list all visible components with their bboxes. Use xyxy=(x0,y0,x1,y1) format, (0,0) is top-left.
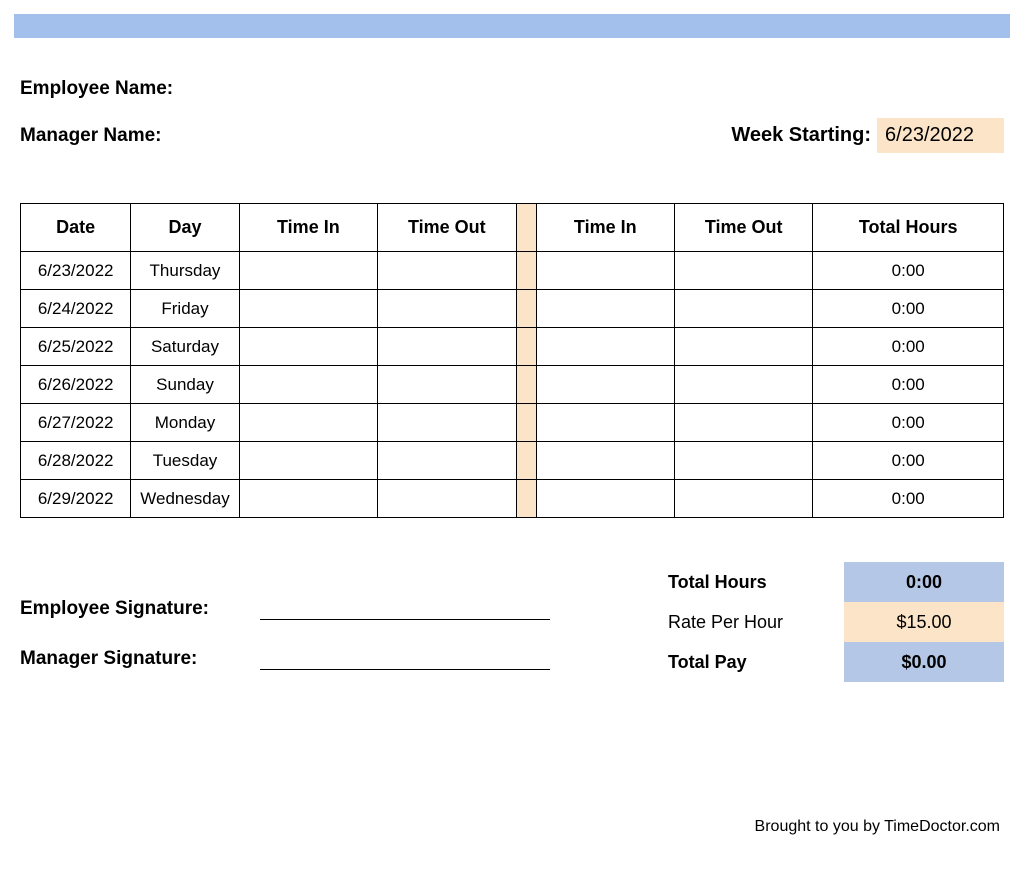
cell-total-hours: 0:00 xyxy=(813,480,1004,518)
header-time-in-2: Time In xyxy=(536,204,674,252)
totals: Total Hours 0:00 Rate Per Hour $15.00 To… xyxy=(664,562,1004,698)
cell-day: Tuesday xyxy=(131,442,239,480)
table-row: 6/25/2022Saturday 0:00 xyxy=(21,328,1004,366)
cell-total-hours: 0:00 xyxy=(813,404,1004,442)
timesheet-table: Date Day Time In Time Out Time In Time O… xyxy=(20,203,1004,518)
cell-date: 6/24/2022 xyxy=(21,290,131,328)
signatures: Employee Signature: Manager Signature: xyxy=(20,598,550,698)
footer-credit: Brought to you by TimeDoctor.com xyxy=(0,818,1024,836)
header-time-in: Time In xyxy=(239,204,377,252)
cell-time-in-2[interactable] xyxy=(536,328,674,366)
cell-time-in[interactable] xyxy=(239,252,377,290)
cell-time-out-2[interactable] xyxy=(674,252,812,290)
cell-total-hours: 0:00 xyxy=(813,442,1004,480)
week-starting-value[interactable]: 6/23/2022 xyxy=(877,118,1004,153)
cell-time-in[interactable] xyxy=(239,328,377,366)
cell-time-in-2[interactable] xyxy=(536,404,674,442)
header-date: Date xyxy=(21,204,131,252)
cell-day: Saturday xyxy=(131,328,239,366)
header-gap xyxy=(516,204,536,252)
total-pay-label: Total Pay xyxy=(664,652,844,673)
header-time-out-2: Time Out xyxy=(674,204,812,252)
cell-gap xyxy=(516,252,536,290)
cell-date: 6/28/2022 xyxy=(21,442,131,480)
cell-date: 6/27/2022 xyxy=(21,404,131,442)
cell-time-out-2[interactable] xyxy=(674,442,812,480)
cell-time-out[interactable] xyxy=(378,480,516,518)
cell-gap xyxy=(516,328,536,366)
cell-time-out[interactable] xyxy=(378,442,516,480)
cell-time-out[interactable] xyxy=(378,328,516,366)
week-starting-label: Week Starting: xyxy=(731,124,871,147)
total-hours-value: 0:00 xyxy=(844,562,1004,602)
cell-day: Friday xyxy=(131,290,239,328)
table-row: 6/29/2022Wednesday 0:00 xyxy=(21,480,1004,518)
cell-total-hours: 0:00 xyxy=(813,290,1004,328)
table-row: 6/26/2022Sunday 0:00 xyxy=(21,366,1004,404)
cell-time-in-2[interactable] xyxy=(536,480,674,518)
cell-total-hours: 0:00 xyxy=(813,366,1004,404)
cell-total-hours: 0:00 xyxy=(813,328,1004,366)
cell-time-in-2[interactable] xyxy=(536,252,674,290)
cell-day: Monday xyxy=(131,404,239,442)
cell-time-out-2[interactable] xyxy=(674,328,812,366)
rate-per-hour-value[interactable]: $15.00 xyxy=(844,602,1004,642)
table-header-row: Date Day Time In Time Out Time In Time O… xyxy=(21,204,1004,252)
employee-name-label: Employee Name: xyxy=(20,78,173,100)
cell-day: Sunday xyxy=(131,366,239,404)
header-day: Day xyxy=(131,204,239,252)
cell-day: Thursday xyxy=(131,252,239,290)
cell-date: 6/26/2022 xyxy=(21,366,131,404)
employee-signature-line[interactable] xyxy=(260,598,550,620)
rate-per-hour-label: Rate Per Hour xyxy=(664,612,844,633)
cell-time-out[interactable] xyxy=(378,290,516,328)
cell-time-out-2[interactable] xyxy=(674,290,812,328)
week-starting-group: Week Starting: 6/23/2022 xyxy=(731,118,1004,153)
cell-time-out[interactable] xyxy=(378,404,516,442)
manager-signature-line[interactable] xyxy=(260,648,550,670)
cell-gap xyxy=(516,404,536,442)
cell-gap xyxy=(516,480,536,518)
cell-time-out[interactable] xyxy=(378,366,516,404)
summary-section: Employee Signature: Manager Signature: T… xyxy=(20,562,1004,698)
table-row: 6/24/2022Friday 0:00 xyxy=(21,290,1004,328)
cell-gap xyxy=(516,290,536,328)
total-hours-label: Total Hours xyxy=(664,572,844,593)
manager-signature-label: Manager Signature: xyxy=(20,648,260,670)
cell-date: 6/23/2022 xyxy=(21,252,131,290)
cell-time-in-2[interactable] xyxy=(536,290,674,328)
cell-gap xyxy=(516,366,536,404)
cell-gap xyxy=(516,442,536,480)
total-pay-value: $0.00 xyxy=(844,642,1004,682)
cell-date: 6/29/2022 xyxy=(21,480,131,518)
manager-name-label: Manager Name: xyxy=(20,125,162,147)
top-labels: Employee Name: Manager Name: Week Starti… xyxy=(20,78,1004,153)
employee-signature-label: Employee Signature: xyxy=(20,598,260,620)
cell-time-in[interactable] xyxy=(239,366,377,404)
cell-time-in[interactable] xyxy=(239,442,377,480)
table-row: 6/28/2022Tuesday 0:00 xyxy=(21,442,1004,480)
cell-time-in[interactable] xyxy=(239,404,377,442)
cell-time-in[interactable] xyxy=(239,480,377,518)
cell-time-out[interactable] xyxy=(378,252,516,290)
cell-total-hours: 0:00 xyxy=(813,252,1004,290)
cell-date: 6/25/2022 xyxy=(21,328,131,366)
header-bar xyxy=(14,14,1010,38)
cell-time-in-2[interactable] xyxy=(536,442,674,480)
header-time-out: Time Out xyxy=(378,204,516,252)
header-total-hours: Total Hours xyxy=(813,204,1004,252)
cell-time-out-2[interactable] xyxy=(674,404,812,442)
cell-time-out-2[interactable] xyxy=(674,480,812,518)
cell-time-in[interactable] xyxy=(239,290,377,328)
table-row: 6/23/2022Thursday 0:00 xyxy=(21,252,1004,290)
cell-time-in-2[interactable] xyxy=(536,366,674,404)
cell-time-out-2[interactable] xyxy=(674,366,812,404)
table-row: 6/27/2022Monday 0:00 xyxy=(21,404,1004,442)
cell-day: Wednesday xyxy=(131,480,239,518)
